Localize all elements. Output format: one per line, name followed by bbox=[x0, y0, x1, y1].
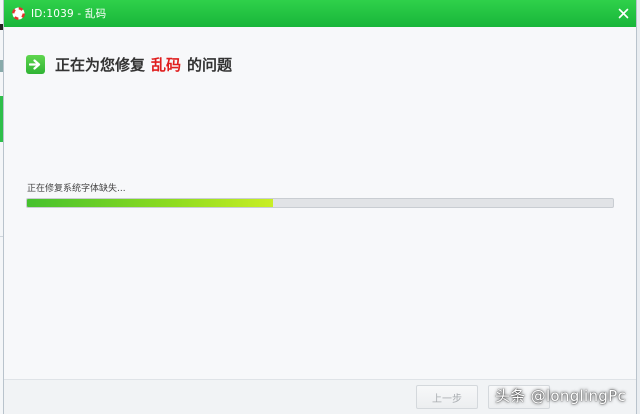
lifebuoy-icon bbox=[12, 7, 25, 20]
close-icon[interactable] bbox=[616, 6, 630, 20]
repair-dialog: ID:1039 - 乱码 正在为您修复 乱码 的问题 正在修复系统字体缺失... 上… bbox=[3, 0, 637, 414]
progress-status: 正在修复系统字体缺失... bbox=[27, 184, 126, 194]
progress-fill bbox=[27, 199, 274, 207]
repair-progress-bar bbox=[26, 198, 614, 208]
heading-prefix: 正在为您修复 bbox=[55, 56, 146, 74]
watermark: 头条 @longlingPc bbox=[495, 387, 626, 405]
window-title: ID:1039 - 乱码 bbox=[31, 8, 107, 20]
title-bar[interactable]: ID:1039 - 乱码 bbox=[4, 0, 636, 27]
page-heading: 正在为您修复 乱码 的问题 bbox=[26, 54, 232, 75]
heading-suffix: 的问题 bbox=[187, 56, 233, 74]
problem-name: 乱码 bbox=[151, 56, 182, 74]
arrow-right-icon bbox=[26, 55, 45, 74]
screen: ID:1039 - 乱码 正在为您修复 乱码 的问题 正在修复系统字体缺失... 上… bbox=[0, 0, 640, 414]
previous-step-button[interactable]: 上一步 bbox=[416, 385, 478, 409]
